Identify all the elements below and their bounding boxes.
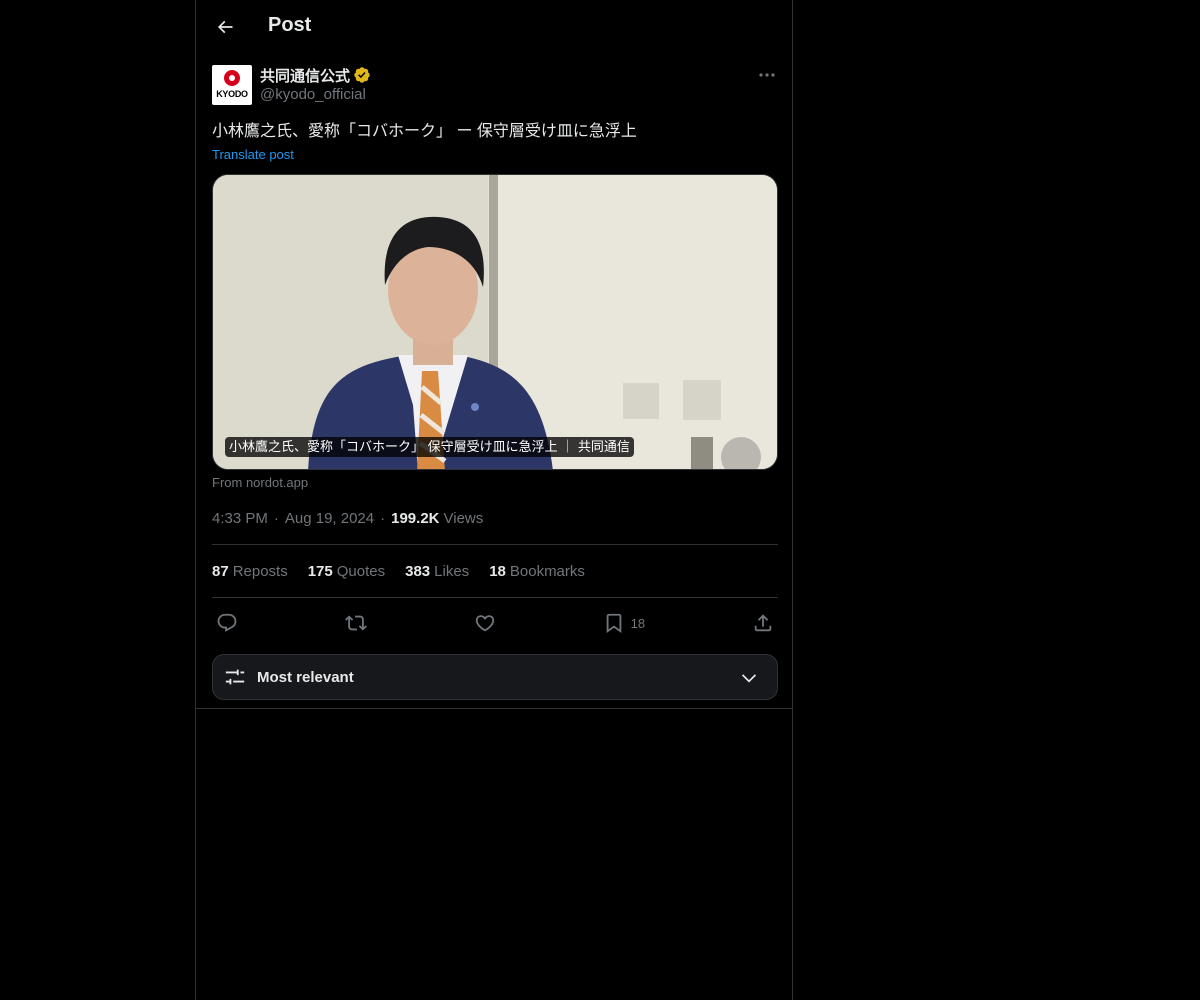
display-name[interactable]: 共同通信公式	[260, 65, 350, 86]
bookmarks-count: 18	[489, 562, 506, 580]
like-button[interactable]	[474, 612, 496, 634]
quotes-label: Quotes	[336, 562, 386, 580]
quotes-stat[interactable]: 175 Quotes	[308, 563, 385, 580]
meta-separator: ·	[380, 509, 386, 527]
more-dots-icon	[759, 73, 775, 77]
page-title: Post	[268, 14, 312, 36]
bookmark-icon	[606, 613, 621, 634]
share-icon	[754, 614, 772, 632]
display-name-row: 共同通信公式	[260, 64, 371, 86]
bookmarks-label: Bookmarks	[509, 562, 585, 580]
likes-label: Likes	[434, 562, 470, 580]
engagement-stats: 87 Reposts 175 Quotes 383 Likes 18 Bookmarks	[212, 545, 778, 597]
heart-icon	[475, 615, 494, 632]
views-label: Views	[443, 509, 484, 527]
chevron-down-icon	[741, 674, 757, 683]
avatar-logo-text: KYODO	[216, 89, 248, 99]
post-date[interactable]: Aug 19, 2024	[285, 510, 374, 527]
reposts-label: Reposts	[232, 562, 288, 580]
arrow-left-icon	[217, 20, 233, 34]
avatar[interactable]: KYODO	[212, 65, 252, 105]
bookmarks-stat[interactable]: 18 Bookmarks	[489, 563, 585, 580]
author-handle[interactable]: @kyodo_official	[260, 86, 371, 103]
likes-stat[interactable]: 383 Likes	[405, 563, 469, 580]
reply-icon	[217, 613, 237, 632]
author-names: 共同通信公式 @kyodo_official	[260, 64, 371, 103]
reposts-stat[interactable]: 87 Reposts	[212, 563, 288, 580]
repost-button[interactable]	[344, 612, 367, 634]
main-column: Post KYODO 共同通信公式 @kyodo_official 小林鷹之氏、…	[195, 0, 793, 1000]
bookmark-count: 18	[630, 615, 646, 631]
verified-badge-icon	[353, 66, 371, 84]
quotes-count: 175	[307, 562, 333, 580]
bookmark-button[interactable]: 18	[603, 612, 645, 634]
repost-icon	[344, 615, 367, 631]
meta-separator: ·	[273, 509, 279, 527]
link-card[interactable]: 小林鷹之氏、愛称「コバホーク」 保守層受け皿に急浮上 ｜ 共同通信	[212, 174, 778, 470]
share-button[interactable]	[752, 612, 774, 634]
author-row: KYODO 共同通信公式 @kyodo_official	[212, 64, 778, 106]
translate-post-link[interactable]: Translate post	[212, 147, 294, 162]
post-time[interactable]: 4:33 PM	[212, 510, 268, 527]
kyodo-logo-icon	[224, 70, 240, 86]
card-image	[213, 175, 777, 469]
sliders-icon	[225, 669, 245, 685]
page-header: Post	[196, 0, 792, 54]
reposts-count: 87	[212, 562, 229, 580]
likes-count: 383	[405, 562, 431, 580]
card-source[interactable]: From nordot.app	[212, 475, 778, 490]
action-bar: 18	[212, 598, 778, 648]
post-meta: 4:33 PM · Aug 19, 2024 · 199.2K Views	[212, 508, 778, 528]
card-caption: 小林鷹之氏、愛称「コバホーク」 保守層受け皿に急浮上 ｜ 共同通信	[225, 437, 634, 457]
post: KYODO 共同通信公式 @kyodo_official 小林鷹之氏、愛称「コバ…	[212, 64, 778, 648]
post-text: 小林鷹之氏、愛称「コバホーク」 ー 保守層受け皿に急浮上	[212, 123, 637, 140]
sort-replies-dropdown[interactable]: Most relevant	[212, 654, 778, 700]
more-options-button[interactable]	[756, 66, 778, 84]
divider	[196, 708, 792, 709]
views-count: 199.2K	[391, 509, 440, 527]
reply-button[interactable]	[216, 612, 238, 634]
back-button[interactable]	[208, 10, 242, 44]
sort-label: Most relevant	[257, 668, 354, 686]
